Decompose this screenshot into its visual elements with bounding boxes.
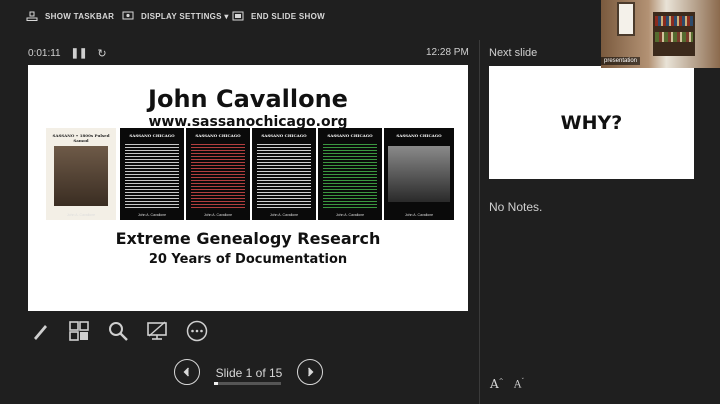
next-slide-button[interactable] [297, 359, 323, 385]
next-slide-label: Next slide [489, 47, 538, 59]
book-cover-title: SASSANO CHICAGO [327, 133, 373, 138]
book-cover-title: SASSANO CHICAGO [396, 133, 442, 138]
black-screen-button[interactable] [144, 318, 170, 344]
next-slide-preview[interactable]: WHY? [489, 66, 694, 179]
display-settings-label: DISPLAY SETTINGS ▾ [141, 11, 229, 21]
book-cover-title: SASSANO • 1800s Pulsed Samod [52, 133, 110, 143]
screen-slash-icon [147, 321, 167, 340]
book-cover-author: John A. Cavallone [404, 213, 434, 217]
pause-timer-icon[interactable]: ❚❚ [71, 48, 88, 59]
magnifier-icon [109, 322, 128, 341]
end-slide-show-label: END SLIDE SHOW [251, 11, 325, 21]
webcam-label: presentation [601, 57, 641, 65]
slide-progress-bar [214, 382, 281, 385]
display-settings-button[interactable]: DISPLAY SETTINGS ▾ [122, 7, 229, 25]
book-cover-author: John A. Cavallone [66, 213, 96, 217]
end-slide-show-button[interactable]: END SLIDE SHOW [232, 7, 325, 25]
more-options-button[interactable] [184, 318, 210, 344]
decrease-font-button[interactable]: Aˇ [514, 378, 524, 390]
presenter-toolbar: SHOW TASKBAR DISPLAY SETTINGS ▾ END SLID… [0, 0, 600, 32]
book-cover-text-lines [323, 142, 377, 208]
book-cover-author: John A. Cavallone [335, 213, 365, 217]
slide-progress-fill [214, 382, 219, 385]
book-cover-photo [388, 146, 450, 202]
more-icon [186, 320, 208, 342]
book-cover: SASSANO CHICAGO John A. Cavallone [384, 128, 454, 220]
show-taskbar-label: SHOW TASKBAR [45, 11, 115, 21]
book-covers: SASSANO • 1800s Pulsed Samod John A. Cava… [46, 128, 458, 220]
book-cover-author: John A. Cavallone [137, 213, 167, 217]
book-cover-title: SASSANO CHICAGO [129, 133, 175, 138]
previous-slide-button[interactable] [174, 359, 200, 385]
slide-counter[interactable]: Slide 1 of 15 [212, 366, 286, 380]
slide-subtitle-2: 20 Years of Documentation [148, 252, 348, 267]
book-cover-photo [54, 146, 108, 206]
pen-tool-button[interactable] [28, 318, 54, 344]
taskbar-icon [26, 11, 38, 21]
book-cover-title: SASSANO CHICAGO [261, 133, 307, 138]
pane-divider[interactable] [479, 40, 480, 404]
book-cover-text-lines [257, 142, 311, 208]
book-cover: SASSANO CHICAGO John A. Cavallone [120, 128, 184, 220]
elapsed-timer: 0:01:11 [28, 48, 61, 59]
increase-font-label: A [490, 377, 499, 391]
chevron-right-icon [308, 367, 314, 377]
see-all-slides-button[interactable] [66, 318, 92, 344]
current-slide[interactable]: John Cavallone www.sassanochicago.org SA… [28, 65, 468, 311]
book-cover: SASSANO CHICAGO John A. Cavallone [186, 128, 250, 220]
webcam-picture-frame [617, 2, 635, 36]
grid-icon [69, 321, 89, 341]
pen-icon [34, 325, 47, 340]
timer-bar: 0:01:11 ❚❚ ↻ [28, 47, 107, 60]
slide-subtitle: Extreme Genealogy Research [115, 229, 381, 248]
chevron-left-icon [183, 367, 189, 377]
zoom-button[interactable] [105, 318, 131, 344]
webcam-books [655, 16, 693, 26]
next-slide-text: WHY? [560, 111, 623, 134]
book-cover: SASSANO CHICAGO John A. Cavallone [318, 128, 382, 220]
book-cover-author: John A. Cavallone [269, 213, 299, 217]
increase-font-button[interactable]: A^ [490, 377, 504, 391]
restart-timer-icon[interactable]: ↻ [97, 47, 106, 60]
show-taskbar-button[interactable]: SHOW TASKBAR [26, 7, 114, 25]
book-cover-text-lines [191, 142, 245, 208]
book-cover-text-lines [125, 142, 179, 208]
end-show-icon [232, 11, 244, 21]
webcam-books-lower [655, 32, 693, 42]
book-cover-title: SASSANO CHICAGO [195, 133, 241, 138]
slide-title: John Cavallone [148, 85, 348, 113]
book-cover-author: John A. Cavallone [203, 213, 233, 217]
clock: 12:28 PM [426, 47, 469, 58]
webcam-feed: presentation [601, 0, 720, 68]
book-cover: SASSANO • 1800s Pulsed Samod John A. Cava… [46, 128, 116, 220]
speaker-notes: No Notes. [489, 200, 543, 214]
display-settings-icon [122, 11, 134, 20]
book-cover: SASSANO CHICAGO John A. Cavallone [252, 128, 316, 220]
